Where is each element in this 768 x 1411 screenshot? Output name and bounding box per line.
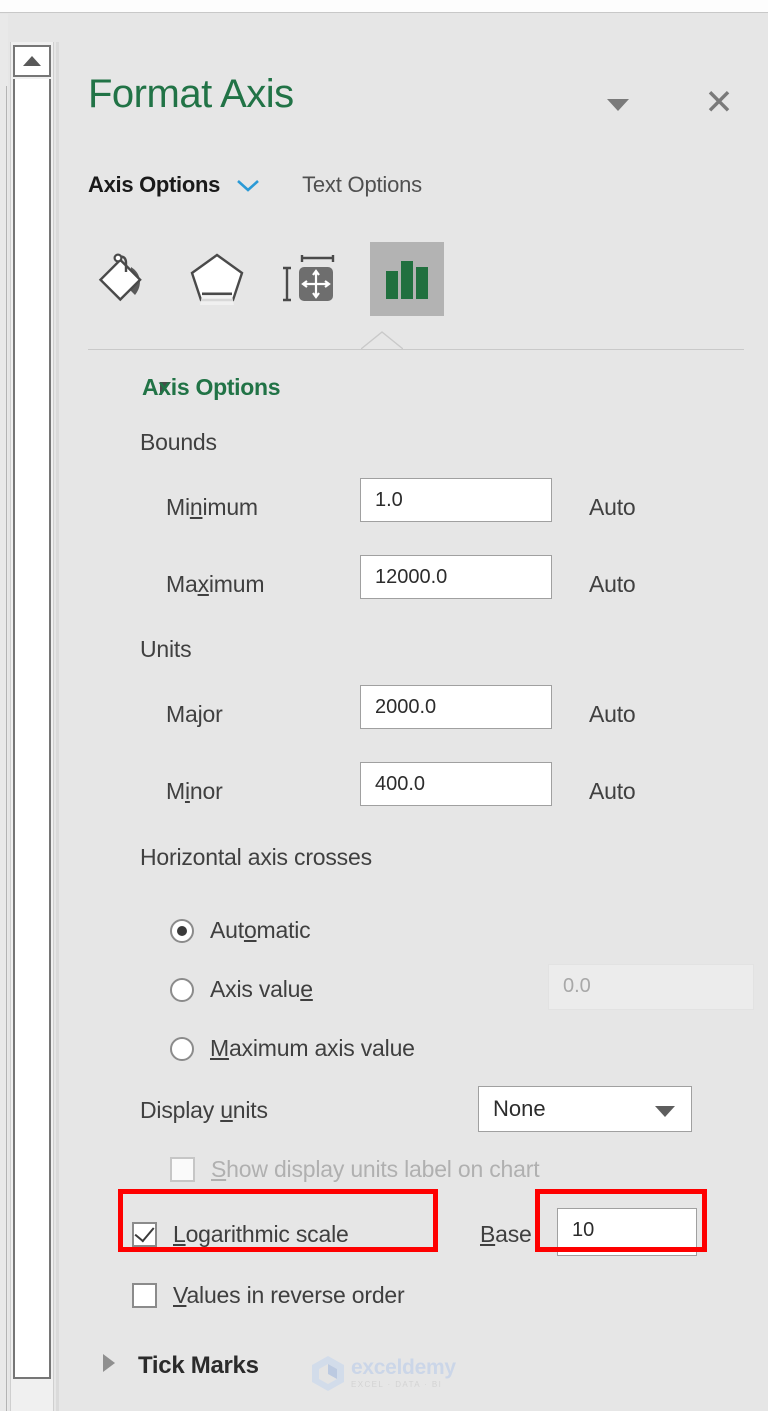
triangle-collapsed-icon[interactable] [103, 1354, 115, 1372]
section-divider [88, 349, 744, 350]
checkbox-label-values-in-reverse-order: Values in reverse order [173, 1282, 405, 1308]
icon-tab-effects[interactable] [180, 242, 254, 316]
label-minimum: Minimum [166, 494, 258, 520]
tab-axis-options[interactable]: Axis Options [88, 172, 220, 198]
fill-line-icon [98, 253, 142, 302]
selected-tab-notch [360, 330, 404, 350]
pane-title: Format Axis [88, 72, 294, 116]
radio-axis-value[interactable]: Axis value [170, 976, 313, 1003]
icon-tab-axis-options[interactable] [370, 242, 444, 316]
label-maximum: Maximum [166, 571, 265, 597]
watermark-name: exceldemy [351, 1356, 456, 1379]
caret-down-icon [655, 1106, 675, 1117]
checkbox-show-display-units-label: Show display units label on chart [170, 1156, 540, 1183]
radio-button-empty-icon [170, 1036, 194, 1061]
checkbox-logarithmic-scale[interactable]: Logarithmic scale [132, 1221, 349, 1248]
minimum-auto-button[interactable]: Auto [589, 494, 636, 521]
radio-maximum-axis-value[interactable]: Maximum axis value [170, 1035, 415, 1062]
close-pane-button[interactable]: ✕ [698, 82, 740, 124]
label-base: Base [480, 1221, 532, 1247]
pane-menu-button[interactable] [599, 86, 637, 124]
scrollbar-track[interactable] [56, 42, 59, 1411]
radio-label-maximum-axis-value: Maximum axis value [210, 1035, 415, 1061]
checkbox-values-in-reverse-order[interactable]: Values in reverse order [132, 1282, 405, 1309]
minimum-input[interactable]: 1.0 [360, 478, 552, 522]
close-icon: ✕ [704, 83, 734, 122]
effects-pentagon-icon [190, 253, 244, 305]
minor-unit-input[interactable]: 400.0 [360, 762, 552, 806]
minor-auto-button[interactable]: Auto [589, 778, 636, 805]
radio-button-empty-icon [170, 977, 194, 1002]
group-label-units: Units [140, 636, 192, 662]
chevron-down-icon[interactable] [234, 176, 262, 194]
caret-down-icon [607, 99, 629, 111]
label-major: Major [166, 701, 223, 727]
axis-options-chart-icon [386, 261, 428, 299]
watermark-tagline: EXCEL · DATA · BI [351, 1380, 443, 1389]
radio-button-filled-icon [170, 918, 194, 943]
checkbox-empty-icon [132, 1283, 157, 1308]
icon-tab-fill-line[interactable] [88, 242, 162, 316]
format-axis-pane: Format Axis ✕ Axis Options Text Options [62, 14, 768, 1411]
major-unit-input[interactable]: 2000.0 [360, 685, 552, 729]
worksheet-top-edge [0, 0, 768, 13]
exceldemy-watermark: exceldemy EXCEL · DATA · BI [310, 1353, 460, 1393]
display-units-select[interactable]: None [478, 1086, 692, 1132]
checkbox-empty-disabled-icon [170, 1157, 195, 1182]
maximum-auto-button[interactable]: Auto [589, 571, 636, 598]
section-title-axis-options[interactable]: Axis Options [142, 374, 281, 401]
group-label-bounds: Bounds [140, 429, 217, 455]
exceldemy-logo-icon [312, 1356, 344, 1391]
tab-text-options[interactable]: Text Options [302, 172, 422, 198]
display-units-value: None [493, 1096, 546, 1121]
checkbox-label-logarithmic-scale: Logarithmic scale [173, 1221, 349, 1247]
radio-automatic[interactable]: Automatic [170, 917, 311, 944]
radio-label-axis-value: Axis value [210, 976, 313, 1002]
group-label-horizontal-axis-crosses: Horizontal axis crosses [140, 844, 372, 870]
label-display-units: Display units [140, 1097, 268, 1123]
checkbox-checked-icon [132, 1221, 157, 1247]
triangle-up-icon [23, 56, 41, 66]
size-properties-icon [283, 255, 335, 302]
format-axis-pane-screenshot: Format Axis ✕ Axis Options Text Options [0, 0, 768, 1411]
label-minor: Minor [166, 778, 223, 804]
checkmark-icon [134, 1221, 155, 1243]
pane-tabs: Axis Options Text Options [88, 172, 422, 198]
checkbox-label-show-display-units: Show display units label on chart [211, 1156, 540, 1182]
major-auto-button[interactable]: Auto [589, 701, 636, 728]
scrollbar-thumb[interactable] [13, 79, 51, 1379]
maximum-input[interactable]: 12000.0 [360, 555, 552, 599]
scroll-up-button[interactable] [13, 45, 51, 77]
icon-tab-size-properties[interactable] [272, 242, 346, 316]
section-title-tick-marks[interactable]: Tick Marks [138, 1352, 259, 1380]
log-base-input[interactable]: 10 [557, 1208, 697, 1256]
radio-label-automatic: Automatic [210, 917, 311, 943]
worksheet-cell-border [6, 86, 7, 1411]
axis-value-input[interactable]: 0.0 [548, 964, 754, 1010]
